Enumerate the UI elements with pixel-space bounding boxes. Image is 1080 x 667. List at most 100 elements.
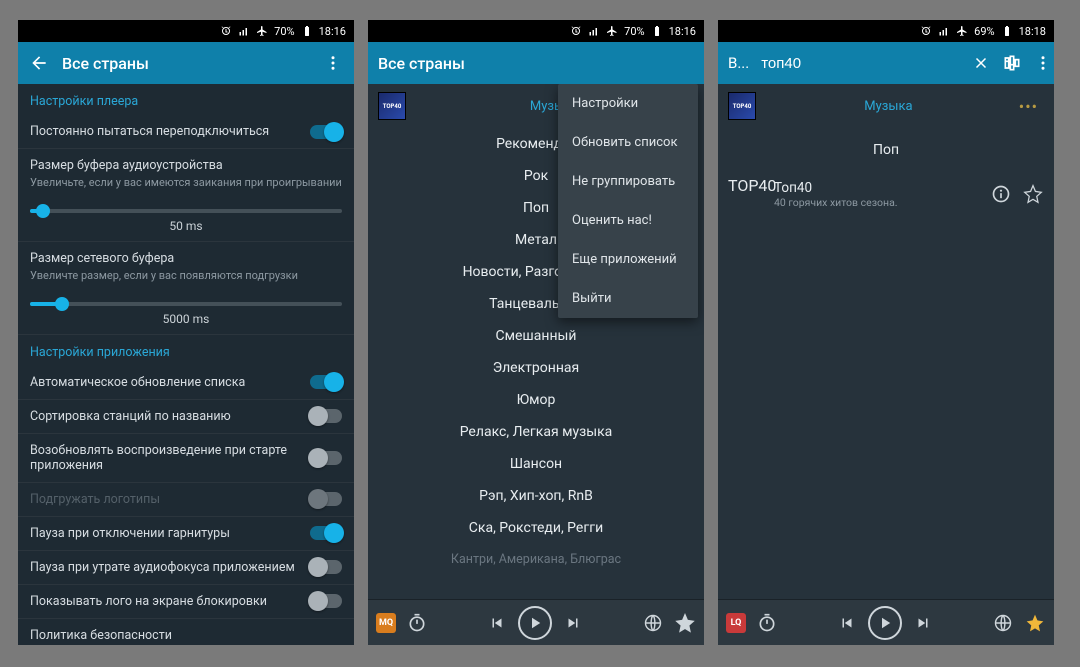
toggle-pause-af[interactable] (310, 560, 342, 574)
section-more-icon[interactable]: ••• (1013, 97, 1044, 116)
overflow-button[interactable] (1034, 52, 1052, 74)
station-desc: 40 горячих хитов сезона. (774, 196, 980, 209)
setting-reconnect[interactable]: Постоянно пытаться переподключиться (18, 115, 354, 149)
filter-icon (1002, 53, 1022, 73)
setting-policy[interactable]: Политика безопасности (18, 619, 354, 646)
toggle-reconnect[interactable] (310, 125, 342, 139)
timer-icon (407, 613, 427, 633)
toggle-pause-hp[interactable] (310, 526, 342, 540)
section-thumb: TOP40 (378, 92, 406, 120)
settings-list[interactable]: Настройки плеера Постоянно пытаться пере… (18, 84, 354, 645)
prev-button[interactable] (836, 612, 858, 634)
quality-badge[interactable]: MQ (376, 613, 396, 633)
menu-more-apps[interactable]: Еще приложений (558, 240, 698, 279)
more-icon (324, 54, 342, 72)
genre-content: TOP40 Музыка Рекомендуе Рок Поп Метал Но… (368, 84, 704, 599)
app-bar: Все страны (368, 42, 704, 84)
info-button[interactable] (990, 183, 1012, 205)
clock: 18:18 (1019, 25, 1046, 38)
battery-icon (1001, 25, 1013, 37)
section-label: Музыка (764, 99, 1013, 114)
genre-item[interactable]: Рэп, Хип-хоп, RnB (368, 480, 704, 512)
menu-ungroup[interactable]: Не группировать (558, 162, 698, 201)
section-app: Настройки приложения (18, 335, 354, 366)
section-header[interactable]: TOP40 Музыка ••• (718, 84, 1054, 128)
close-icon (972, 54, 990, 72)
alarm-icon (920, 25, 932, 37)
play-button[interactable] (868, 606, 902, 640)
prev-icon (838, 614, 856, 632)
category-title: Поп (718, 128, 1054, 168)
genre-item[interactable]: Релакс, Легкая музыка (368, 416, 704, 448)
genre-item[interactable]: Электронная (368, 352, 704, 384)
airplane-icon (956, 25, 968, 37)
sleep-timer-button[interactable] (756, 612, 778, 634)
setting-resume[interactable]: Возобновлять воспроизведение при старте … (18, 434, 354, 483)
more-icon (1034, 54, 1052, 72)
genre-item[interactable]: Смешанный (368, 320, 704, 352)
slider-value: 5000 ms (30, 312, 342, 326)
app-bar: Все страны (18, 42, 354, 84)
section-player: Настройки плеера (18, 84, 354, 115)
search-input[interactable] (761, 55, 960, 72)
overflow-menu: Настройки Обновить список Не группироват… (558, 84, 698, 318)
prev-button[interactable] (486, 612, 508, 634)
filter-button[interactable] (1002, 52, 1022, 74)
setting-lockscreen-logo[interactable]: Показывать лого на экране блокировки (18, 585, 354, 619)
back-icon (29, 53, 49, 73)
airplane-icon (256, 25, 268, 37)
battery-percent: 69% (974, 25, 994, 38)
toggle-auto-update[interactable] (310, 375, 342, 389)
clock: 18:16 (669, 25, 696, 38)
menu-refresh[interactable]: Обновить список (558, 123, 698, 162)
sleep-timer-button[interactable] (406, 612, 428, 634)
menu-rate[interactable]: Оценить нас! (558, 201, 698, 240)
clear-search-button[interactable] (972, 52, 990, 74)
page-title: Все страны (62, 54, 310, 73)
setting-label: Размер сетевого буфера (30, 251, 342, 266)
battery-percent: 70% (274, 25, 294, 38)
favorite-button[interactable] (674, 612, 696, 634)
station-row[interactable]: TOP40 Топ40 40 горячих хитов сезона. (718, 168, 1054, 220)
overflow-button[interactable] (322, 52, 344, 74)
toggle-lock-logo[interactable] (310, 594, 342, 608)
setting-label: Подгружать логотипы (30, 492, 300, 507)
next-button[interactable] (912, 612, 934, 634)
genre-item[interactable]: Шансон (368, 448, 704, 480)
back-button[interactable] (28, 52, 50, 74)
alarm-icon (570, 25, 582, 37)
setting-pause-audiofocus[interactable]: Пауза при утрате аудиофокуса приложением (18, 551, 354, 585)
signal-icon (938, 25, 950, 37)
setting-net-buffer[interactable]: Размер сетевого буфера Увеличте размер, … (18, 242, 354, 292)
globe-button[interactable] (992, 612, 1014, 634)
settings-screen: 70% 18:16 Все страны Настройки плеера По… (18, 20, 354, 645)
genre-item[interactable]: Кантри, Американа, Блюграс (368, 544, 704, 575)
slider-net-buffer[interactable]: 5000 ms (18, 292, 354, 335)
toggle-logos (310, 492, 342, 506)
toggle-resume[interactable] (310, 451, 342, 465)
setting-sublabel: Увеличьте, если у вас имеются заикания п… (30, 176, 342, 190)
setting-sort[interactable]: Сортировка станций по названию (18, 400, 354, 434)
menu-exit[interactable]: Выйти (558, 279, 698, 318)
globe-button[interactable] (642, 612, 664, 634)
globe-icon (643, 613, 663, 633)
quality-badge[interactable]: LQ (726, 613, 746, 633)
setting-auto-update[interactable]: Автоматическое обновление списка (18, 366, 354, 400)
page-title-truncated: В... (728, 54, 749, 72)
favorite-button[interactable] (1024, 612, 1046, 634)
play-button[interactable] (518, 606, 552, 640)
favorite-button[interactable] (1022, 183, 1044, 205)
genre-item[interactable]: Юмор (368, 384, 704, 416)
menu-settings[interactable]: Настройки (558, 84, 698, 123)
next-button[interactable] (562, 612, 584, 634)
prev-icon (488, 614, 506, 632)
setting-pause-headphones[interactable]: Пауза при отключении гарнитуры (18, 517, 354, 551)
setting-audio-buffer[interactable]: Размер буфера аудиоустройства Увеличьте,… (18, 149, 354, 199)
battery-icon (651, 25, 663, 37)
genre-item[interactable]: Ска, Рокстеди, Регги (368, 512, 704, 544)
station-thumb: TOP40 (728, 176, 764, 212)
toggle-sort[interactable] (310, 409, 342, 423)
slider-audio-buffer[interactable]: 50 ms (18, 199, 354, 242)
info-icon (991, 184, 1011, 204)
play-icon (526, 614, 544, 632)
